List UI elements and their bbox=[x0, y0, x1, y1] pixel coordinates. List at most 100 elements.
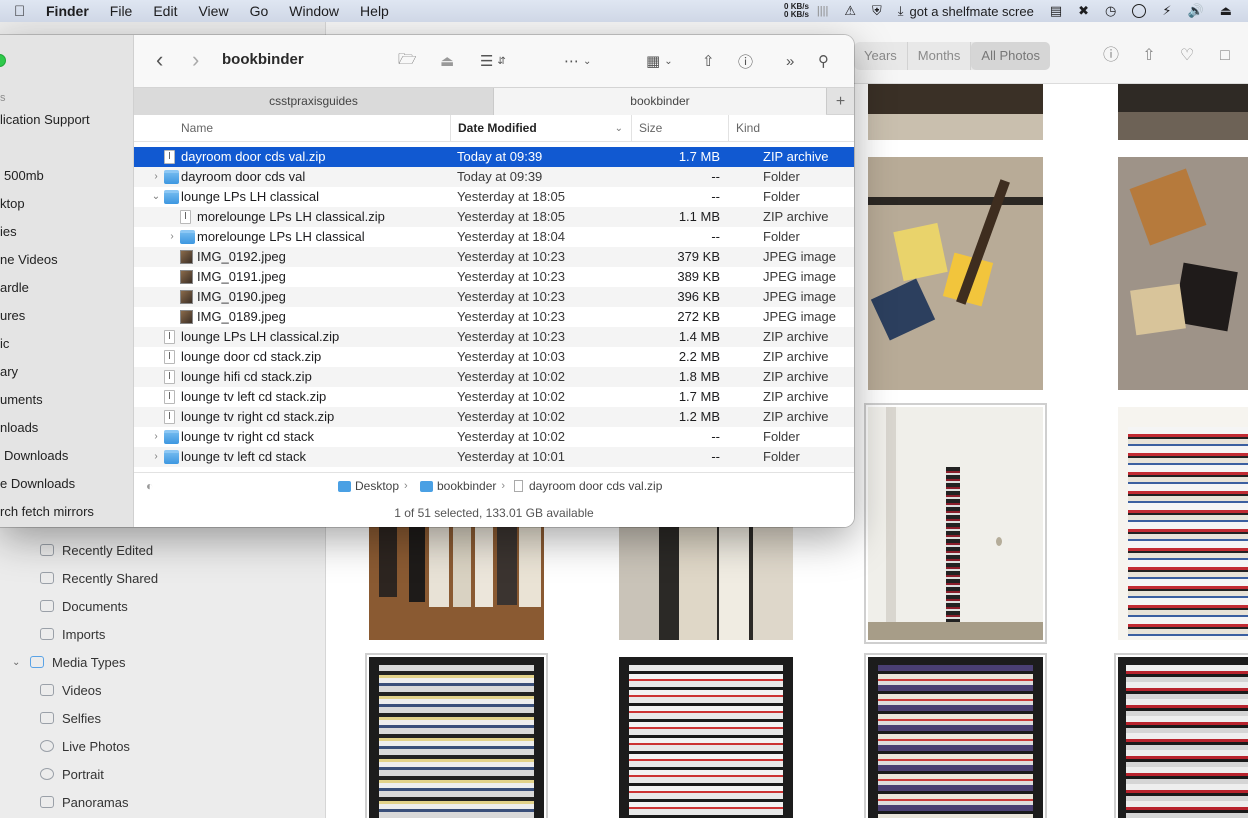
column-date-modified[interactable]: Date Modified ⌄ bbox=[450, 115, 631, 142]
sidebar-item[interactable]: ures bbox=[0, 302, 25, 330]
sidebar-item[interactable]: ary bbox=[0, 358, 18, 386]
warning-icon[interactable]: ⚠ bbox=[844, 3, 856, 19]
sidebar-item[interactable]: ic bbox=[0, 330, 9, 358]
file-row-selected[interactable]: dayroom door cds val.zip Today at 09:39 1.… bbox=[134, 147, 854, 167]
heart-icon[interactable]: ♡ bbox=[1178, 47, 1196, 65]
file-row[interactable]: › morelounge LPs LH classical Yesterday at… bbox=[134, 227, 854, 247]
back-button[interactable]: ‹ bbox=[156, 49, 163, 71]
sidebar-item-recently-shared[interactable]: Recently Shared bbox=[0, 564, 326, 592]
group-icon[interactable]: ▦ ⌄ bbox=[646, 51, 673, 71]
tab-bookbinder[interactable]: bookbinder bbox=[494, 88, 826, 115]
file-row[interactable]: lounge LPs LH classical.zip Yesterday at … bbox=[134, 327, 854, 347]
sidebar-item-selfies[interactable]: Selfies bbox=[0, 704, 326, 732]
sidebar-item[interactable]: ies bbox=[0, 218, 17, 246]
menu-file[interactable]: File bbox=[110, 3, 133, 19]
volume-icon[interactable]: 🔊 bbox=[1188, 3, 1204, 19]
sidebar-item-portrait[interactable]: Portrait bbox=[0, 760, 326, 788]
menu-help[interactable]: Help bbox=[360, 3, 389, 19]
disclosure-closed-icon[interactable]: › bbox=[150, 167, 162, 187]
file-row[interactable]: › lounge tv left cd stack Yesterday at 10:… bbox=[134, 447, 854, 467]
tab-csstpraxisguides[interactable]: csstpraxisguides bbox=[134, 88, 494, 115]
disclosure-closed-icon[interactable]: › bbox=[150, 427, 162, 447]
file-row[interactable]: lounge tv right cd stack.zip Yesterday at… bbox=[134, 407, 854, 427]
action-menu-icon[interactable]: ⋯ ⌄ bbox=[564, 51, 591, 71]
disclosure-open-icon[interactable]: ⌄ bbox=[150, 187, 162, 207]
menu-view[interactable]: View bbox=[198, 3, 228, 19]
photo-thumbnail[interactable] bbox=[619, 527, 793, 640]
photo-thumbnail[interactable] bbox=[365, 653, 548, 818]
segment-years[interactable]: Years bbox=[854, 42, 908, 70]
sidebar-item-live-photos[interactable]: Live Photos bbox=[0, 732, 326, 760]
path-segment-desktop[interactable]: Desktop › bbox=[338, 473, 413, 499]
more-toolbar-icon[interactable]: » bbox=[786, 51, 794, 71]
menu-go[interactable]: Go bbox=[250, 3, 269, 19]
sidebar-item[interactable]: ardle bbox=[0, 274, 29, 302]
segment-all-photos[interactable]: All Photos bbox=[971, 42, 1050, 70]
time-machine-icon[interactable]: ◷ bbox=[1105, 3, 1116, 19]
sidebar-item-panoramas[interactable]: Panoramas bbox=[0, 788, 326, 816]
path-segment-file[interactable]: dayroom door cds val.zip bbox=[514, 473, 662, 499]
file-row[interactable]: › lounge tv right cd stack Yesterday at 10… bbox=[134, 427, 854, 447]
photo-thumbnail[interactable] bbox=[1118, 407, 1248, 640]
new-tab-button[interactable]: + bbox=[826, 88, 854, 114]
info-icon[interactable]: ⓘ bbox=[738, 51, 753, 71]
file-row[interactable]: IMG_0192.jpeg Yesterday at 10:23 379 KB JPE… bbox=[134, 247, 854, 267]
photo-thumbnail[interactable] bbox=[1114, 653, 1248, 818]
photo-thumbnail[interactable] bbox=[1118, 157, 1248, 390]
path-segment-bookbinder[interactable]: bookbinder › bbox=[420, 473, 510, 499]
eject-icon[interactable]: ⏏ bbox=[1220, 3, 1232, 19]
file-row[interactable]: lounge tv left cd stack.zip Yesterday at … bbox=[134, 387, 854, 407]
sidebar-item[interactable]: lication Support bbox=[0, 106, 90, 134]
apple-menu-icon[interactable]:  bbox=[14, 3, 32, 20]
sidebar-item[interactable]: Downloads bbox=[4, 442, 68, 470]
photo-thumbnail[interactable] bbox=[1118, 84, 1248, 140]
search-icon[interactable]: ⚲ bbox=[818, 51, 829, 71]
sidebar-item-videos[interactable]: Videos bbox=[0, 676, 326, 704]
share-icon[interactable]: ⇧ bbox=[702, 51, 715, 71]
zoom-button[interactable] bbox=[0, 54, 6, 67]
clapper-icon[interactable]: ▤ bbox=[1050, 3, 1062, 19]
list-view-icon[interactable]: ☰ ⇵ bbox=[480, 51, 506, 71]
tools-icon[interactable]: ✖ bbox=[1078, 3, 1089, 19]
file-row[interactable]: ⌄ lounge LPs LH classical Yesterday at 18:… bbox=[134, 187, 854, 207]
column-size[interactable]: Size bbox=[631, 115, 728, 142]
photo-thumbnail[interactable] bbox=[868, 157, 1043, 390]
shield-icon[interactable]: ⛨ bbox=[872, 3, 882, 19]
disclosure-closed-icon[interactable]: › bbox=[150, 447, 162, 467]
accessibility-icon[interactable] bbox=[1132, 4, 1147, 18]
sidebar-item[interactable]: uments bbox=[0, 386, 43, 414]
new-folder-icon[interactable]: 🗁 bbox=[398, 51, 417, 71]
column-kind[interactable]: Kind bbox=[728, 115, 854, 142]
file-row[interactable]: IMG_0189.jpeg Yesterday at 10:23 272 KB JPE… bbox=[134, 307, 854, 327]
network-monitor[interactable]: 0 KB/s 0 KB/s bbox=[784, 3, 809, 19]
file-row[interactable]: lounge door cd stack.zip Yesterday at 10:… bbox=[134, 347, 854, 367]
sidebar-item[interactable]: e Downloads bbox=[0, 470, 75, 498]
sidebar-item[interactable]: ktop bbox=[0, 190, 25, 218]
sidebar-item-imports[interactable]: Imports bbox=[0, 620, 326, 648]
status-item[interactable]: ⤓ got a shelfmate scree bbox=[898, 3, 1034, 19]
column-name[interactable]: Name bbox=[174, 115, 450, 142]
file-row[interactable]: morelounge LPs LH classical.zip Yesterday… bbox=[134, 207, 854, 227]
eject-icon[interactable]: ⏏ bbox=[440, 51, 454, 71]
photo-thumbnail-selected[interactable] bbox=[864, 403, 1047, 644]
chevron-down-icon[interactable]: ⌄ bbox=[12, 657, 24, 668]
sidebar-item-recently-edited[interactable]: Recently Edited bbox=[0, 536, 326, 564]
disclosure-closed-icon[interactable]: › bbox=[166, 227, 178, 247]
photo-thumbnail[interactable] bbox=[864, 653, 1047, 818]
file-row[interactable]: IMG_0190.jpeg Yesterday at 10:23 396 KB JPE… bbox=[134, 287, 854, 307]
sidebar-item-documents[interactable]: Documents bbox=[0, 592, 326, 620]
forward-button[interactable]: › bbox=[192, 49, 199, 71]
bolt-icon[interactable]: ⚡ bbox=[1162, 3, 1171, 19]
photo-thumbnail[interactable] bbox=[369, 527, 544, 640]
info-icon[interactable]: ⓘ bbox=[1102, 47, 1120, 65]
file-row[interactable]: lounge hifi cd stack.zip Yesterday at 10:… bbox=[134, 367, 854, 387]
photo-thumbnail[interactable] bbox=[619, 657, 793, 818]
sidebar-item[interactable]: 500mb bbox=[4, 162, 44, 190]
photo-thumbnail[interactable] bbox=[868, 84, 1043, 140]
cpu-meter-icon[interactable]: |||| bbox=[817, 5, 828, 17]
menu-app-finder[interactable]: Finder bbox=[46, 3, 89, 19]
sidebar-item[interactable]: ne Videos bbox=[0, 246, 58, 274]
file-row[interactable]: IMG_0191.jpeg Yesterday at 10:23 389 KB JPE… bbox=[134, 267, 854, 287]
menu-window[interactable]: Window bbox=[289, 3, 339, 19]
sidebar-item[interactable]: rch fetch mirrors bbox=[0, 498, 94, 526]
